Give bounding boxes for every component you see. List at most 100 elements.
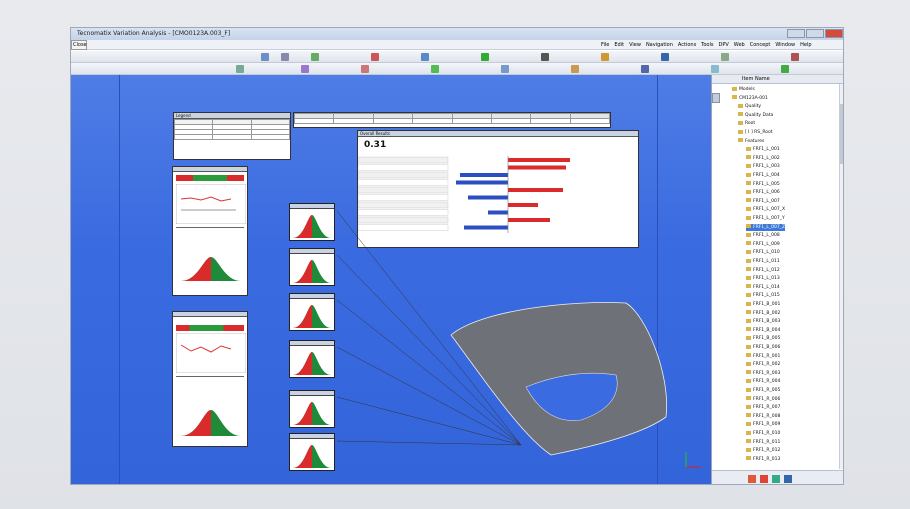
tree-item[interactable]: Quality: [738, 103, 761, 110]
maximize-button[interactable]: [806, 29, 824, 38]
folder-icon: [746, 206, 751, 211]
3d-viewport[interactable]: Legend Overall Results 0.31: [71, 75, 711, 484]
close-button[interactable]: [825, 29, 843, 38]
tree-item[interactable]: FRF1_L_001: [746, 146, 780, 153]
tree-item[interactable]: FRF1_B_005: [746, 335, 780, 342]
tree-item[interactable]: FRF1_L_002: [746, 155, 780, 162]
tree-item[interactable]: FRF1_B_001: [746, 301, 780, 308]
tree-item[interactable]: FRF1_R_008: [746, 413, 780, 420]
tool-icon[interactable]: [721, 53, 729, 61]
tool-icon[interactable]: [371, 53, 379, 61]
menu-concept[interactable]: Concept: [750, 42, 771, 48]
tree-item[interactable]: FRF1_L_007_Z: [746, 223, 786, 231]
tool-icon[interactable]: [760, 475, 768, 483]
tree-item[interactable]: FRF1_L_006: [746, 189, 780, 196]
tool-icon[interactable]: [541, 53, 549, 61]
tree-item[interactable]: FRF1_R_012: [746, 447, 780, 454]
side-tab[interactable]: [712, 93, 720, 103]
tool-icon[interactable]: [421, 53, 429, 61]
folder-icon: [746, 284, 751, 289]
tree-item-label: FRF1_B_001: [753, 302, 781, 307]
menu-actions[interactable]: Actions: [678, 42, 696, 48]
tree-item[interactable]: Quality Data: [738, 112, 773, 119]
tool-icon[interactable]: [772, 475, 780, 483]
tool-icon[interactable]: [661, 53, 669, 61]
menu-edit[interactable]: Edit: [614, 42, 624, 48]
tree-item[interactable]: FRF1_L_015: [746, 292, 780, 299]
tool-icon[interactable]: [711, 65, 719, 73]
tool-icon[interactable]: [361, 65, 369, 73]
tool-icon[interactable]: [501, 65, 509, 73]
folder-icon: [738, 120, 743, 125]
tree-item[interactable]: FRF1_L_007: [746, 198, 780, 205]
folder-icon: [746, 198, 751, 203]
tree-item[interactable]: FRF1_L_007_Y: [746, 215, 785, 222]
tree-item-label: Quality: [745, 104, 762, 110]
tree-item[interactable]: FRF1_B_003: [746, 318, 780, 325]
tree-item[interactable]: Root: [738, 120, 755, 127]
tree-item[interactable]: FRF1_B_006: [746, 344, 780, 351]
menu-dpv[interactable]: DPV: [719, 42, 729, 48]
folder-icon: [746, 327, 751, 332]
tree-item[interactable]: FRF1_R_007: [746, 404, 780, 411]
tool-icon[interactable]: [481, 53, 489, 61]
folder-icon: [746, 344, 751, 349]
minimize-button[interactable]: [787, 29, 805, 38]
tool-icon[interactable]: [281, 53, 289, 61]
tree-item[interactable]: FRF1_R_003: [746, 370, 780, 377]
tree-item[interactable]: FRF1_R_004: [746, 378, 780, 385]
tree-item-label: Features: [745, 138, 765, 144]
tree-item[interactable]: FRF1_R_013: [746, 456, 780, 463]
menu-file[interactable]: File: [601, 42, 609, 48]
tool-icon[interactable]: [236, 65, 244, 73]
tree-item[interactable]: FRF1_L_013: [746, 275, 780, 282]
tree-item[interactable]: Features: [738, 138, 764, 145]
tool-icon[interactable]: [431, 65, 439, 73]
menu-web[interactable]: Web: [734, 42, 745, 48]
tree-item[interactable]: FRF1_B_004: [746, 327, 780, 334]
tree-item[interactable]: FRF1_R_011: [746, 439, 780, 446]
tool-icon[interactable]: [571, 65, 579, 73]
tree-item[interactable]: FRF1_R_009: [746, 421, 780, 428]
menu-window[interactable]: Window: [775, 42, 795, 48]
tree-item[interactable]: FRF1_R_006: [746, 396, 780, 403]
tree-item-label: FRF1_R_010: [753, 431, 781, 436]
tool-icon[interactable]: [748, 475, 756, 483]
folder-icon: [746, 232, 751, 237]
tree-item[interactable]: FRF1_R_005: [746, 387, 780, 394]
tree-item[interactable]: FRF1_B_002: [746, 310, 780, 317]
menu-help[interactable]: Help: [800, 42, 811, 48]
tool-icon[interactable]: [311, 53, 319, 61]
tree-item[interactable]: FRF1_R_001: [746, 353, 780, 360]
tree-item[interactable]: FRF1_L_007_X: [746, 206, 785, 213]
menu-navigation[interactable]: Navigation: [646, 42, 673, 48]
tool-icon[interactable]: [784, 475, 792, 483]
tree-item[interactable]: FRF1_L_012: [746, 267, 780, 274]
tool-icon[interactable]: [781, 65, 789, 73]
window-controls: [787, 29, 843, 38]
tree-item[interactable]: FRF1_R_002: [746, 361, 780, 368]
folder-icon: [746, 396, 751, 401]
tree-item[interactable]: FRF1_R_010: [746, 430, 780, 437]
menu-view[interactable]: View: [629, 42, 641, 48]
tree-item[interactable]: [ I ] RS_Root: [738, 129, 773, 136]
tree-item[interactable]: FRF1_L_009: [746, 241, 780, 248]
tree-item[interactable]: CM123A-001: [732, 95, 768, 102]
tree-item[interactable]: FRF1_L_008: [746, 232, 780, 239]
tool-icon[interactable]: [601, 53, 609, 61]
tool-icon[interactable]: [301, 65, 309, 73]
tree-item[interactable]: Models: [732, 86, 755, 93]
tree-item[interactable]: FRF1_L_004: [746, 172, 780, 179]
tree-scrollbar[interactable]: [839, 84, 843, 469]
tree-item[interactable]: FRF1_L_003: [746, 163, 780, 170]
tree-item[interactable]: FRF1_L_010: [746, 249, 780, 256]
tree-item[interactable]: FRF1_L_014: [746, 284, 780, 291]
tree-item[interactable]: FRF1_L_011: [746, 258, 780, 265]
tool-icon[interactable]: [641, 65, 649, 73]
close-tab[interactable]: Close: [71, 40, 87, 50]
scroll-thumb[interactable]: [840, 104, 843, 164]
tool-icon[interactable]: [261, 53, 269, 61]
tool-icon[interactable]: [791, 53, 799, 61]
tree-item[interactable]: FRF1_L_005: [746, 181, 780, 188]
menu-tools[interactable]: Tools: [701, 42, 713, 48]
